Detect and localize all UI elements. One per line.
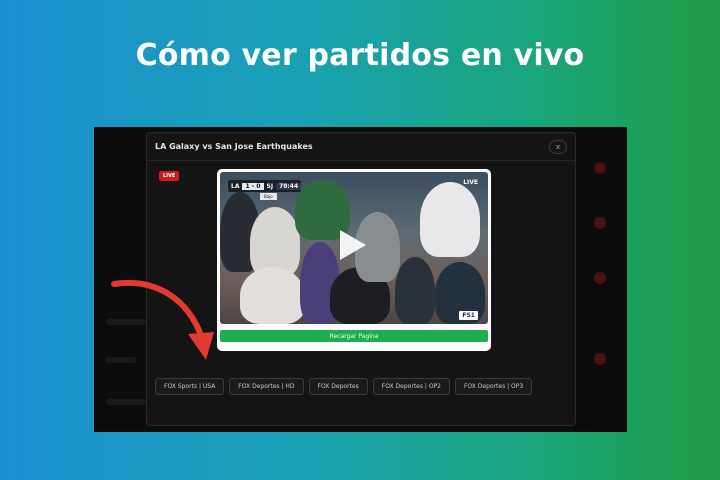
match-clock: 78:44	[276, 182, 302, 190]
channel-button[interactable]: FOX Deportes | HD	[229, 378, 304, 395]
match-score: 1 - 0	[242, 182, 264, 190]
channel-button[interactable]: FOX Deportes | OP3	[454, 378, 533, 395]
pointer-arrow-icon	[111, 280, 214, 360]
channel-button[interactable]: FOX Sports | USA	[155, 378, 225, 395]
channel-logo: FS1	[459, 311, 478, 320]
crowd-figure	[240, 267, 305, 324]
channel-button[interactable]: FOX Deportes | OP2	[372, 378, 450, 395]
channel-selector: FOX Sports | USA FOX Deportes | HD FOX D…	[155, 378, 533, 395]
video-live-label: LIVE	[463, 179, 478, 186]
live-badge: LIVE	[159, 171, 180, 181]
team1-name: LA	[231, 182, 240, 190]
scoreboard: LA 1 - 0 SJ 78:44	[228, 180, 302, 192]
crowd-figure	[420, 182, 480, 257]
page-headline: Cómo ver partidos en vivo	[135, 38, 585, 73]
background-dot	[594, 162, 606, 174]
modal-title: LA Galaxy vs San Jose Earthquakes	[155, 142, 313, 151]
crowd-figure	[395, 257, 435, 324]
reload-page-button[interactable]: Recargar Pagina	[220, 330, 488, 342]
team2-name: SJ	[266, 182, 274, 190]
channel-button[interactable]: FOX Deportes	[308, 378, 368, 395]
background-line	[106, 399, 146, 405]
modal-header: LA Galaxy vs San Jose Earthquakes x	[147, 133, 575, 161]
play-icon[interactable]	[338, 228, 368, 262]
background-dot	[594, 353, 606, 365]
video-frame[interactable]: LA 1 - 0 SJ 78:44 Bajo LIVE FS1	[220, 172, 488, 324]
background-dot	[594, 217, 606, 229]
background-dot	[594, 272, 606, 284]
close-button[interactable]: x	[549, 140, 567, 154]
video-player: LA 1 - 0 SJ 78:44 Bajo LIVE FS1 Recargar…	[217, 169, 491, 351]
scoreboard-subtitle: Bajo	[260, 193, 277, 200]
